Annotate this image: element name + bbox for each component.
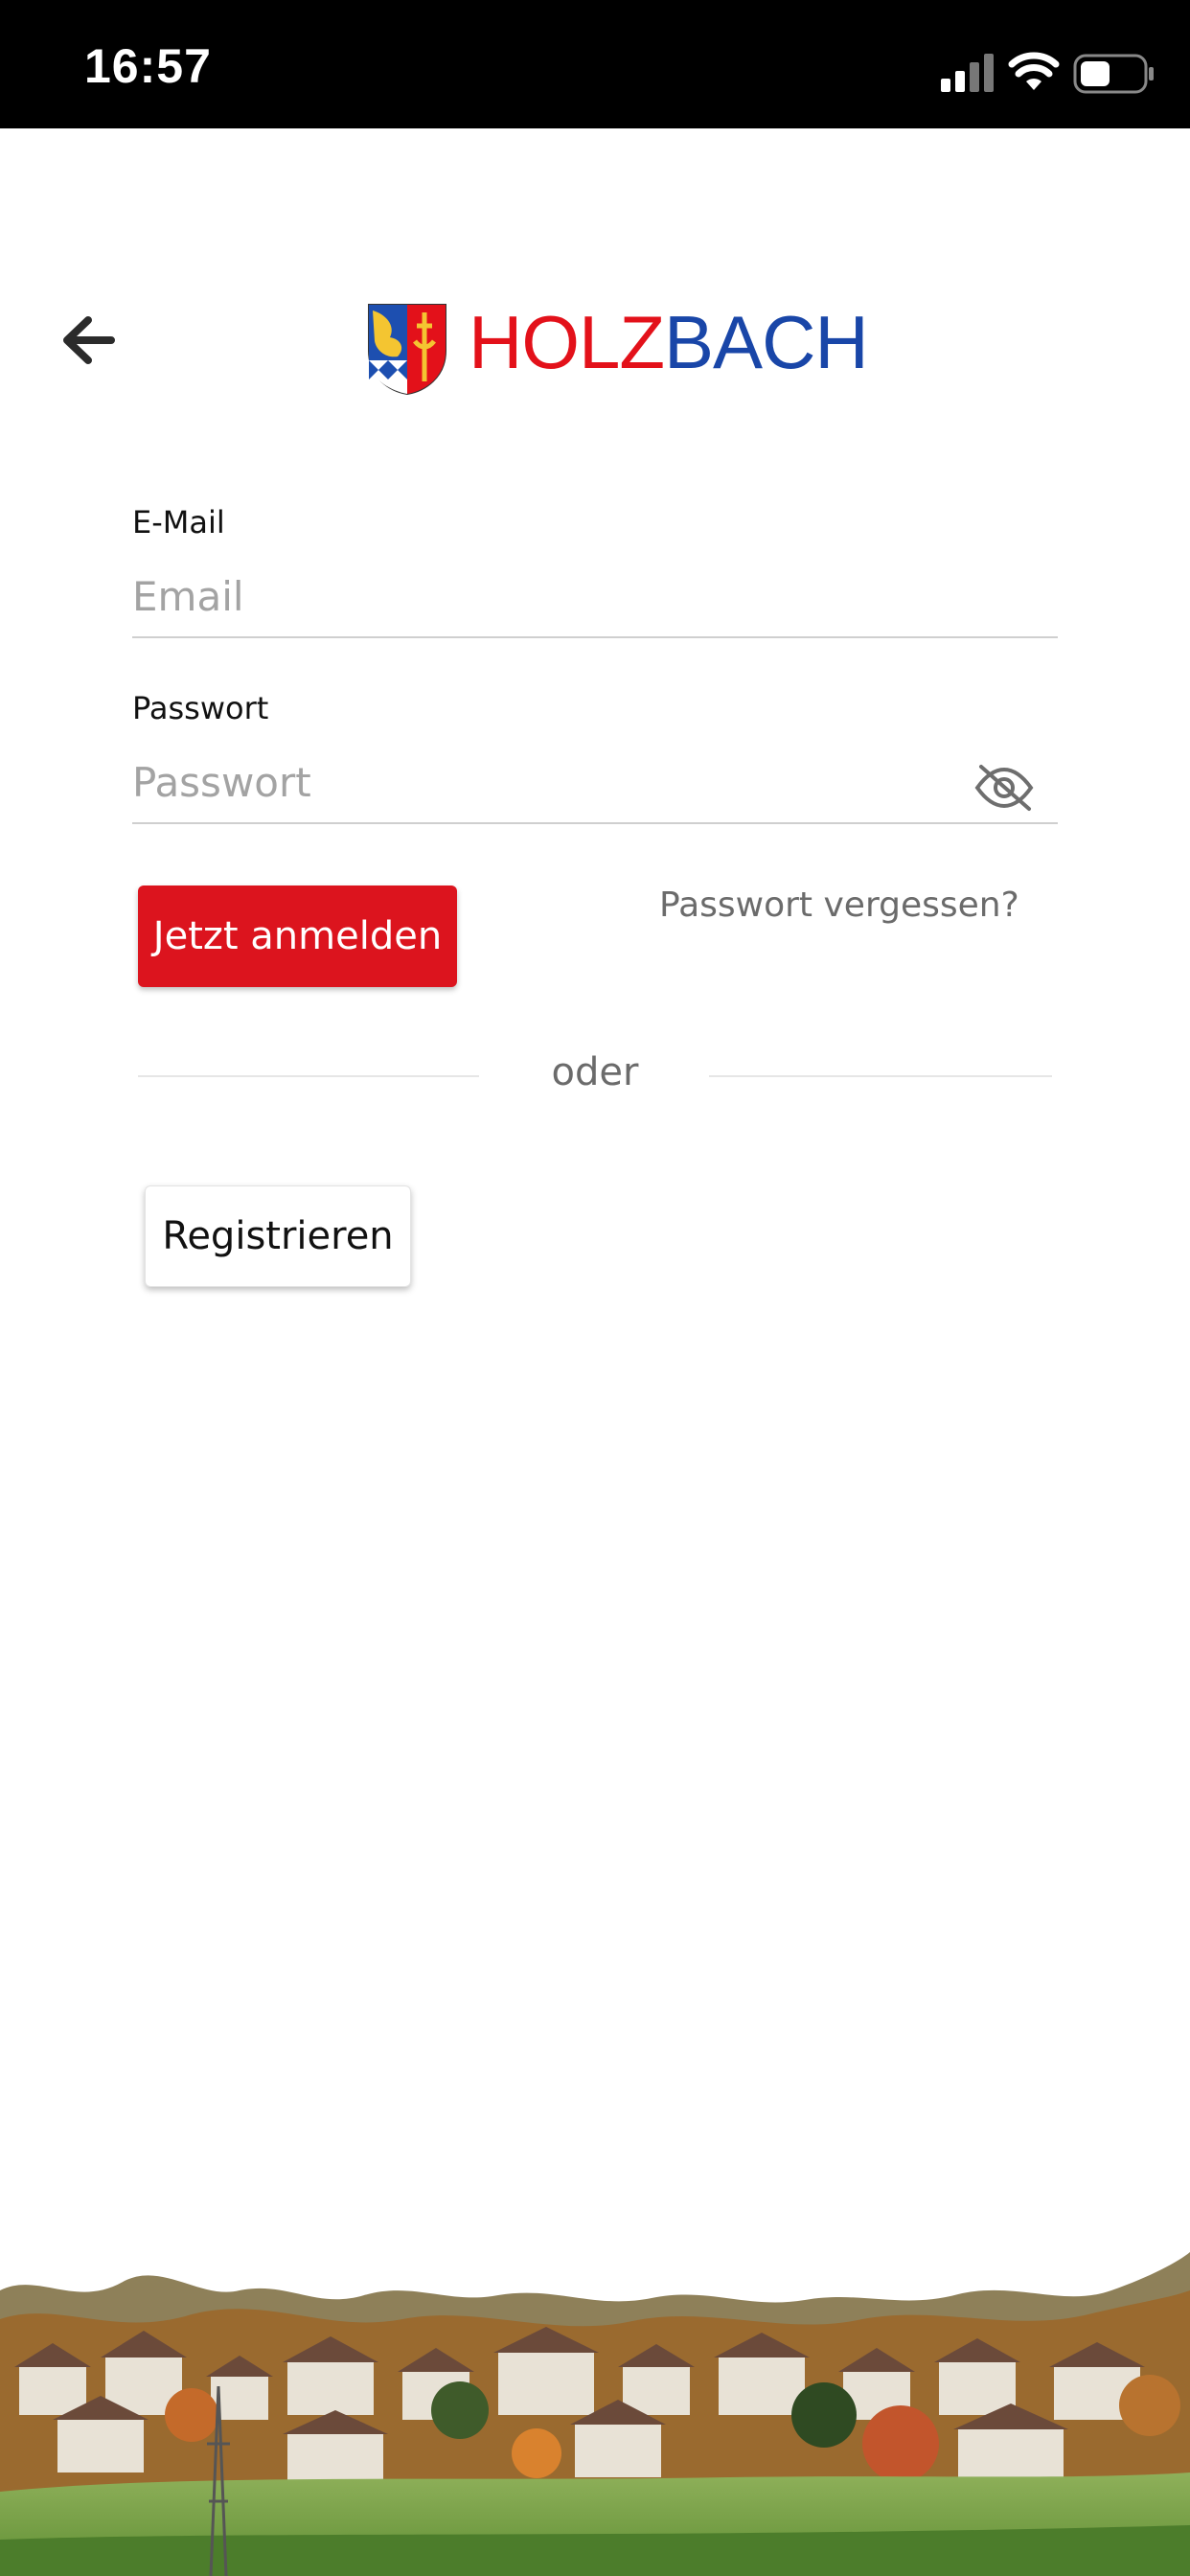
register-button[interactable]: Registrieren: [145, 1185, 411, 1287]
arrow-left-icon: [63, 316, 115, 364]
password-visibility-toggle[interactable]: [973, 763, 1035, 813]
password-field-container: [132, 746, 1058, 824]
logo-wordmark: HOLZBACH: [469, 305, 869, 380]
village-landscape-image: [0, 2252, 1190, 2576]
email-field-container: [132, 560, 1058, 638]
status-time: 16:57: [84, 39, 212, 93]
logo-name-holz: HOLZ: [469, 300, 665, 384]
eye-off-icon: [974, 765, 1034, 811]
coat-of-arms-icon: [368, 304, 446, 395]
back-button[interactable]: [56, 307, 123, 374]
password-input[interactable]: [132, 746, 975, 818]
battery-icon: [1073, 54, 1154, 94]
divider-line-right: [709, 1075, 1052, 1077]
login-button[interactable]: Jetzt anmelden: [138, 886, 457, 987]
email-label: E-Mail: [132, 504, 225, 540]
password-label: Passwort: [132, 690, 269, 726]
logo-name-bach: BACH: [664, 300, 869, 384]
divider-label: oder: [551, 1050, 639, 1094]
cellular-signal-icon: [941, 54, 994, 92]
divider-line-left: [138, 1075, 479, 1077]
wifi-icon: [1008, 52, 1060, 90]
email-input[interactable]: [132, 560, 975, 632]
status-bar: 16:57: [0, 0, 1190, 128]
forgot-password-link[interactable]: Passwort vergessen?: [659, 886, 1019, 925]
